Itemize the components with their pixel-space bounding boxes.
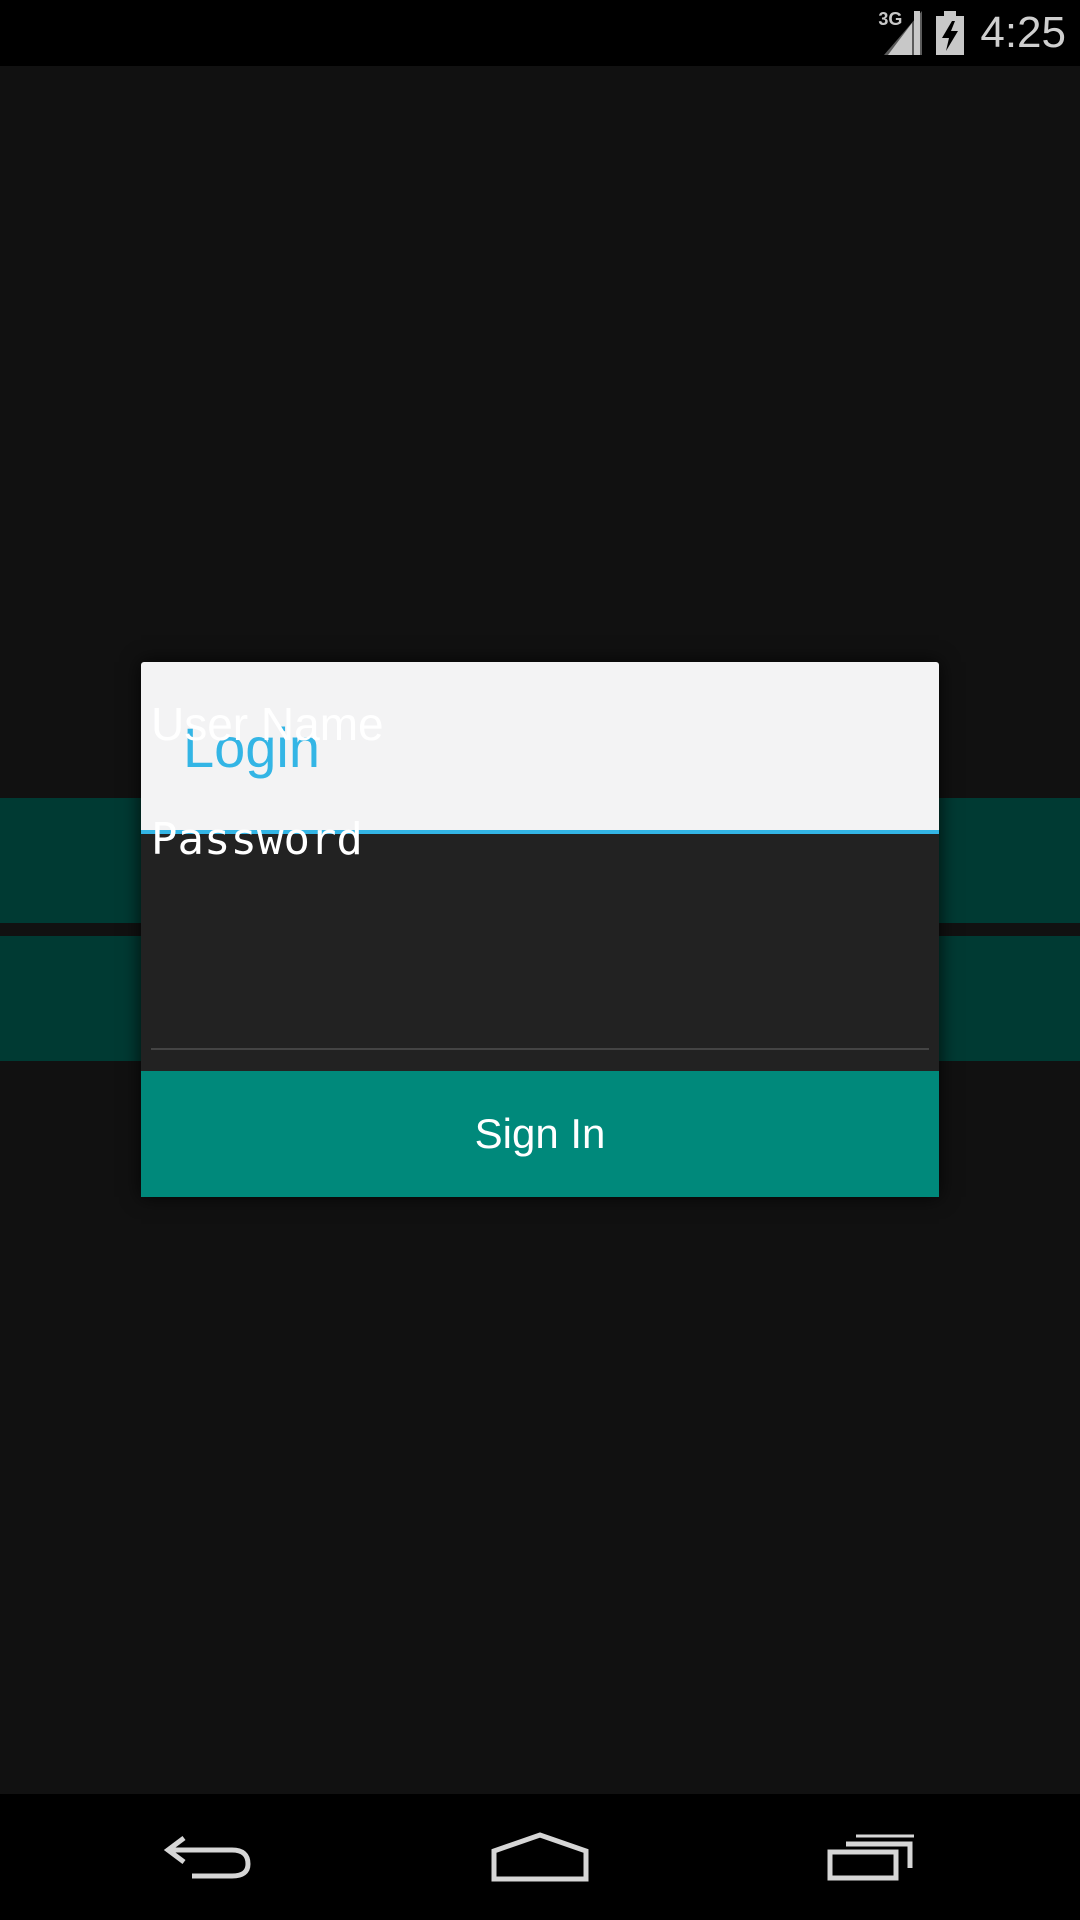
navigation-bar (0, 1794, 1080, 1920)
status-icons: 3G 4:25 (878, 0, 1066, 66)
signal-icon: 3G (878, 9, 923, 55)
home-icon (491, 1832, 589, 1882)
recents-icon (827, 1834, 914, 1881)
sign-in-button[interactable]: Sign In (141, 1071, 939, 1197)
screen: 3G 4:25 Login Sign In User Name Password (0, 0, 1080, 1920)
password-field[interactable]: Password (151, 818, 929, 862)
back-icon (163, 1836, 251, 1879)
home-button[interactable] (460, 1794, 620, 1920)
back-button[interactable] (130, 1794, 290, 1920)
username-field[interactable]: User Name (151, 701, 929, 747)
status-clock: 4:25 (980, 8, 1066, 57)
status-bar: 3G 4:25 (0, 0, 1080, 66)
battery-charging-icon (936, 11, 965, 55)
network-type-label: 3G (878, 9, 903, 29)
dialog-body (141, 834, 939, 1074)
recents-button[interactable] (792, 1794, 952, 1920)
password-field-underline (151, 1048, 929, 1050)
